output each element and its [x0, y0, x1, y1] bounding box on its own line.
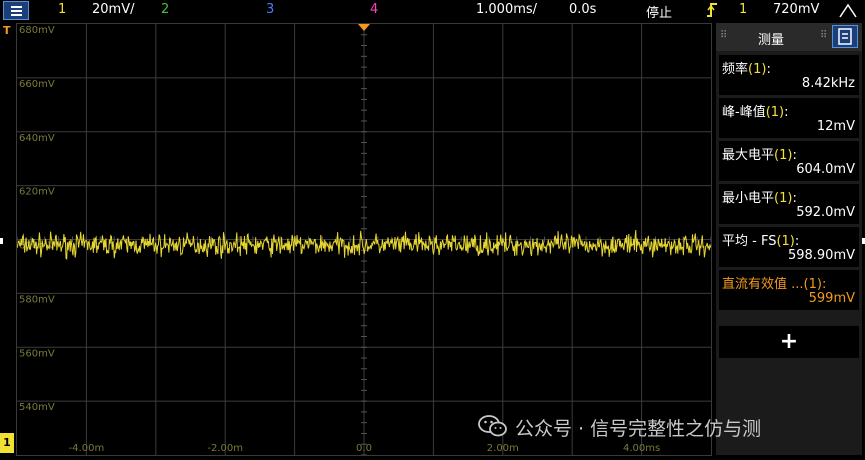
measurement-value: 592.0mV: [796, 205, 855, 220]
ch1-scale[interactable]: 20mV/: [92, 2, 134, 17]
ch2-number[interactable]: 2: [161, 2, 169, 17]
trigger-level[interactable]: 720mV: [773, 2, 819, 17]
measurement-peak-to-peak[interactable]: 峰-峰值(1): 12mV: [719, 98, 859, 138]
measurement-minimum[interactable]: 最小电平(1): 592.0mV: [719, 184, 859, 224]
drag-handle-icon[interactable]: ⠿: [820, 30, 827, 41]
x-axis-label: 4.00ms: [623, 443, 660, 454]
ch4-number[interactable]: 4: [370, 2, 378, 17]
measurement-frequency[interactable]: 频率(1): 8.42kHz: [719, 55, 859, 95]
trigger-edge-icon[interactable]: [706, 1, 718, 19]
wechat-icon: [478, 414, 508, 438]
measurement-maximum[interactable]: 最大电平(1): 604.0mV: [719, 141, 859, 181]
x-axis-label: 2.00m: [487, 443, 519, 454]
y-axis-label: 560mV: [19, 348, 55, 359]
graticule-grid: 680mV660mV640mV620mV600mV580mV560mV540mV…: [17, 24, 711, 455]
add-measurement-button[interactable]: +: [719, 326, 859, 358]
measurement-value: 598.90mV: [787, 248, 855, 263]
trigger-channel[interactable]: 1: [739, 2, 747, 17]
measurement-label: 频率(1):: [722, 62, 771, 77]
y-axis-label: 620mV: [19, 187, 55, 198]
y-axis-label: 660mV: [19, 79, 55, 90]
left-scroll-dot: [0, 238, 3, 244]
main-menu-button[interactable]: [3, 1, 29, 20]
measurement-panel: ⠿ 测量 ⠿ 频率(1): 8.42kHz 峰-峰值(1): 12mV 最大电平…: [716, 23, 862, 455]
measurement-panel-title: 测量: [758, 33, 785, 48]
measurement-value: 604.0mV: [796, 162, 855, 177]
trigger-level-marker[interactable]: T: [3, 24, 11, 37]
measurement-panel-header: ⠿ 测量 ⠿: [716, 23, 862, 51]
trigger-slope-icon: [839, 3, 857, 19]
measurement-value: 599mV: [808, 291, 855, 306]
panel-menu-button[interactable]: [832, 25, 858, 48]
ch3-number[interactable]: 3: [266, 2, 274, 17]
y-axis-label: 680mV: [19, 25, 55, 36]
measurement-label: 最大电平(1):: [722, 148, 797, 163]
measurement-label: 直流有效值 ...(1):: [722, 277, 827, 292]
top-status-bar: 1 20mV/ 2 3 4 1.000ms/ 0.0s 停止 1 720mV: [0, 0, 865, 22]
drag-handle-icon[interactable]: ⠿: [720, 30, 727, 41]
y-axis-label: 640mV: [19, 133, 55, 144]
watermark-text: 公众号 · 信号完整性之仿与测: [515, 418, 762, 440]
run-state: 停止: [646, 6, 673, 21]
measurement-label: 平均 - FS(1):: [722, 234, 800, 249]
measurement-dc-rms[interactable]: 直流有效值 ...(1): 599mV: [719, 270, 859, 310]
measurement-value: 8.42kHz: [801, 76, 855, 91]
ch1-ground-marker[interactable]: 1: [0, 433, 14, 453]
waveform-display[interactable]: 680mV 660mV 640mV 620mV 600mV 580mV 560mV 540mV…: [16, 23, 712, 456]
measurement-label: 最小电平(1):: [722, 191, 797, 206]
y-axis-label: 580mV: [19, 294, 55, 305]
measurement-average[interactable]: 平均 - FS(1): 598.90mV: [719, 227, 859, 267]
time-delay[interactable]: 0.0s: [569, 2, 596, 17]
measurement-label: 峰-峰值(1):: [722, 105, 789, 120]
y-axis-label: 540mV: [19, 402, 55, 413]
ch1-number[interactable]: 1: [58, 2, 66, 17]
x-axis-label: -4.00m: [69, 443, 105, 454]
x-axis-label: 0.0: [356, 443, 372, 454]
trigger-position-marker: [358, 24, 370, 31]
measurement-value: 12mV: [816, 119, 855, 134]
x-axis-label: -2.00m: [207, 443, 243, 454]
timebase-scale[interactable]: 1.000ms/: [476, 2, 537, 17]
